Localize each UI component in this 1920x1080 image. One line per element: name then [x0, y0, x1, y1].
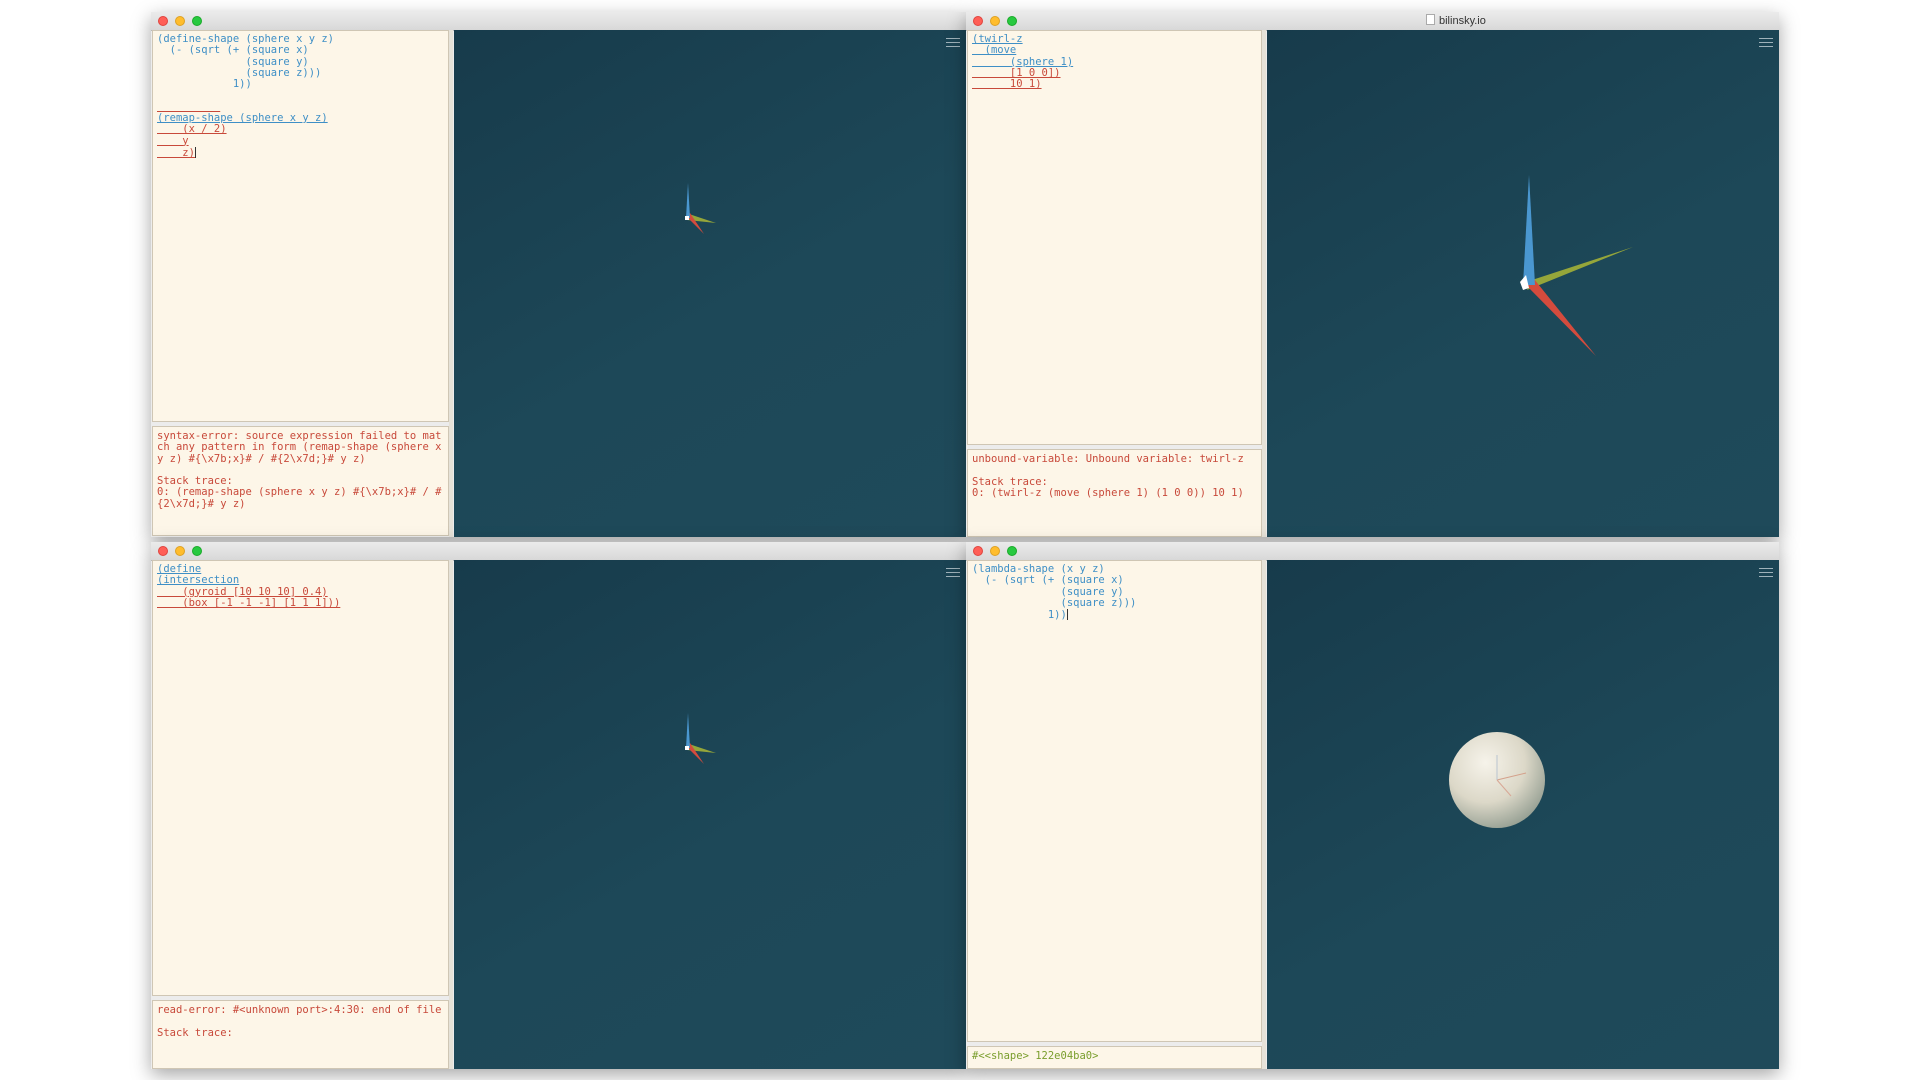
axis-x [1526, 279, 1596, 356]
maximize-button[interactable] [1007, 546, 1017, 556]
window-top-left: (define-shape (sphere x y z) (- (sqrt (+… [151, 12, 966, 537]
pane-divider[interactable] [1262, 30, 1266, 537]
code-editor[interactable]: (lambda-shape (x y z) (- (sqrt (+ (squar… [967, 560, 1262, 1042]
document-icon [1426, 14, 1435, 25]
titlebar[interactable] [966, 542, 1779, 561]
window-top-right: bilinsky.io (twirl-z (move (sphere 1) [1… [966, 12, 1779, 537]
result-message: #<<shape> 122e04ba0> [972, 1050, 1099, 1062]
code-editor[interactable]: (define-shape (sphere x y z) (- (sqrt (+… [152, 30, 449, 422]
maximize-button[interactable] [192, 546, 202, 556]
sphere-render [1449, 732, 1545, 828]
pane-divider[interactable] [449, 560, 453, 1069]
maximize-button[interactable] [192, 16, 202, 26]
close-button[interactable] [158, 16, 168, 26]
close-button[interactable] [158, 546, 168, 556]
minimize-button[interactable] [990, 546, 1000, 556]
axis-origin [685, 746, 689, 750]
3d-viewport[interactable] [454, 30, 966, 537]
axes-gizmo [1520, 175, 1633, 356]
code-text[interactable]: (twirl-z (move (sphere 1) [1 0 0]) 10 1) [968, 31, 1261, 93]
axes-gizmo [685, 183, 716, 234]
pane-divider[interactable] [1262, 560, 1266, 1069]
pane-divider[interactable] [449, 30, 453, 537]
window-bottom-right: (lambda-shape (x y z) (- (sqrt (+ (squar… [966, 542, 1779, 1069]
axis-z [1523, 175, 1535, 285]
3d-viewport[interactable] [454, 560, 966, 1069]
axis-z [686, 183, 690, 218]
axis-y [1527, 247, 1633, 290]
text-cursor [1066, 609, 1068, 621]
error-message: unbound-variable: Unbound variable: twir… [972, 453, 1244, 499]
window-bottom-left: (define (intersection (gyroid [10 10 10]… [151, 542, 966, 1069]
code-text[interactable]: (define (intersection (gyroid [10 10 10]… [153, 561, 448, 612]
3d-viewport[interactable] [1267, 560, 1779, 1069]
axes-gizmo [685, 713, 716, 764]
titlebar[interactable]: bilinsky.io [966, 12, 1779, 31]
console-output: read-error: #<unknown port>:4:30: end of… [152, 1000, 449, 1069]
text-cursor [194, 146, 196, 158]
close-button[interactable] [973, 16, 983, 26]
minimize-button[interactable] [175, 546, 185, 556]
axis-z [686, 713, 690, 748]
maximize-button[interactable] [1007, 16, 1017, 26]
code-editor[interactable]: (define (intersection (gyroid [10 10 10]… [152, 560, 449, 996]
error-message: syntax-error: source expression failed t… [157, 430, 442, 510]
console-output: unbound-variable: Unbound variable: twir… [967, 449, 1262, 537]
titlebar[interactable] [151, 12, 966, 31]
code-text[interactable]: (define-shape (sphere x y z) (- (sqrt (+… [153, 31, 448, 162]
code-editor[interactable]: (twirl-z (move (sphere 1) [1 0 0]) 10 1) [967, 30, 1262, 445]
titlebar[interactable] [151, 542, 966, 561]
3d-viewport[interactable] [1267, 30, 1779, 537]
minimize-button[interactable] [175, 16, 185, 26]
minimize-button[interactable] [990, 16, 1000, 26]
window-title: bilinsky.io [1426, 14, 1486, 27]
console-output: #<<shape> 122e04ba0> [967, 1046, 1262, 1069]
axis-origin [685, 216, 689, 220]
console-output: syntax-error: source expression failed t… [152, 426, 449, 536]
close-button[interactable] [973, 546, 983, 556]
error-message: read-error: #<unknown port>:4:30: end of… [157, 1004, 442, 1039]
code-text[interactable]: (lambda-shape (x y z) (- (sqrt (+ (squar… [968, 561, 1261, 624]
